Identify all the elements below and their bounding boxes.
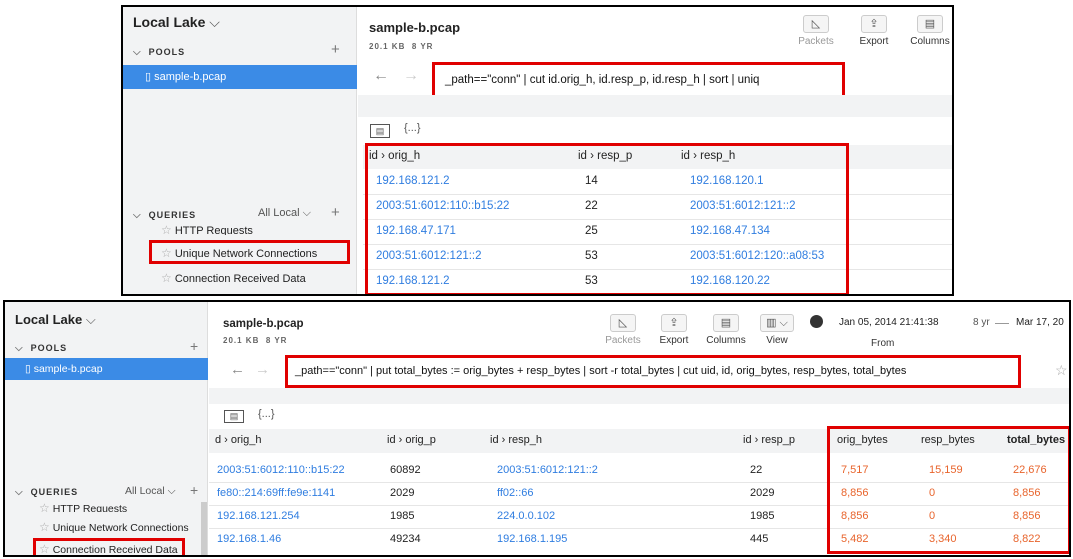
query-item-unique-network-connections[interactable]: ☆ Unique Network Connections (39, 520, 189, 534)
export-button[interactable]: ⇪ Export (851, 15, 897, 47)
results-highlight-box (365, 143, 849, 294)
export-icon: ⇪ (861, 15, 887, 33)
back-arrow-icon[interactable]: ← (373, 67, 389, 85)
shark-fin-icon: ◺ (803, 15, 829, 33)
star-icon: ☆ (161, 271, 172, 285)
pool-item-selected[interactable]: ▯ sample-b.pcap (123, 65, 357, 89)
table-view-icon[interactable]: ▤ (224, 410, 244, 423)
pools-header: ⌵ POOLS (15, 343, 68, 354)
chevron-down-icon: ⌵ (133, 47, 142, 58)
columns-button[interactable]: ▤ Columns (906, 15, 952, 47)
add-query-icon[interactable]: + (190, 482, 198, 498)
pool-meta: 20.1 KB 8 YR (223, 336, 288, 345)
table-cell: 1985 (750, 510, 775, 522)
table-cell[interactable]: 192.168.121.254 (217, 510, 300, 522)
chevron-down-icon: ⌵ (15, 487, 24, 498)
chevron-down-icon: ⌵ (133, 210, 142, 221)
query-item-connection-received-data[interactable]: ☆ Connection Received Data (161, 271, 306, 285)
table-cell[interactable]: ff02::66 (497, 487, 534, 499)
chevron-down-icon: ⌵ (302, 207, 311, 219)
view-icon: ▥ ⌵ (760, 314, 794, 332)
highlight-box (33, 538, 185, 555)
to-date[interactable]: Mar 17, 20 (1016, 317, 1064, 328)
queries-filter[interactable]: All Local ⌵ (258, 207, 311, 220)
sidebar: Local Lake ⌵ ⌵ POOLS + ▯ sample-b.pcap ⌵… (5, 302, 208, 555)
table-view-icon[interactable]: ▤ (370, 124, 390, 138)
column-header[interactable]: id › orig_p (387, 434, 436, 446)
star-icon: ☆ (161, 223, 172, 235)
toolbar-strip (209, 388, 1069, 404)
from-date[interactable]: Jan 05, 2014 21:41:38 (839, 317, 939, 328)
time-span: 8 yr (973, 317, 990, 328)
column-header[interactable]: d › orig_h (215, 434, 261, 446)
pool-meta: 20.1 KB 8 YR (369, 42, 434, 51)
queries-filter[interactable]: All Local ⌵ (125, 485, 176, 498)
span-line (995, 323, 1009, 324)
forward-arrow-icon[interactable]: → (255, 361, 270, 378)
file-icon: ▯ (25, 363, 31, 375)
table-cell: 2029 (750, 487, 775, 499)
pools-header: ⌵ POOLS (133, 47, 186, 58)
table-cell[interactable]: 192.168.1.195 (497, 533, 567, 545)
pool-item-selected[interactable]: ▯ sample-b.pcap (5, 358, 208, 380)
lake-title[interactable]: Local Lake ⌵ (15, 312, 96, 328)
table-cell: 22 (750, 464, 763, 476)
chevron-down-icon: ⌵ (85, 312, 96, 327)
highlight-box (149, 240, 350, 264)
queries-header: ⌵ QUERIES (15, 487, 79, 498)
toolbar-strip (358, 95, 952, 117)
query-item-http-requests[interactable]: ☆ HTTP Requests (39, 501, 127, 512)
export-button[interactable]: ⇪ Export (653, 314, 695, 346)
pool-title: sample-b.pcap (223, 318, 304, 330)
table-cell[interactable]: 2003:51:6012:110::b15:22 (217, 464, 345, 476)
columns-icon: ▤ (917, 15, 943, 33)
columns-icon: ▤ (713, 314, 739, 332)
lake-title[interactable]: Local Lake ⌵ (133, 14, 220, 31)
json-view-toggle[interactable]: {...} (258, 408, 275, 420)
columns-button[interactable]: ▤ Columns (703, 314, 749, 346)
chevron-down-icon: ⌵ (15, 343, 24, 354)
pool-title: sample-b.pcap (369, 20, 461, 35)
star-icon: ☆ (39, 520, 50, 534)
table-cell: 60892 (390, 464, 421, 476)
star-icon: ☆ (39, 501, 50, 512)
query-highlight-box (432, 62, 845, 98)
star-icon[interactable]: ☆ (1055, 362, 1068, 379)
query-item-http-requests[interactable]: ☆ HTTP Requests (161, 223, 253, 235)
sidebar: Local Lake ⌵ ⌵ POOLS + ▯ sample-b.pcap ⌵… (123, 7, 357, 294)
shark-fin-icon: ◺ (610, 314, 636, 332)
table-cell: 2029 (390, 487, 415, 499)
results-highlight-box (827, 426, 1069, 554)
add-pool-icon[interactable]: + (331, 41, 340, 58)
column-header[interactable]: id › resp_p (743, 434, 795, 446)
chevron-down-icon: ⌵ (167, 485, 176, 497)
add-query-icon[interactable]: + (331, 204, 340, 221)
back-arrow-icon[interactable]: ← (230, 361, 245, 378)
clock-icon (810, 315, 823, 328)
json-view-toggle[interactable]: {...} (404, 122, 421, 134)
table-cell: 445 (750, 533, 769, 545)
table-cell[interactable]: 224.0.0.102 (497, 510, 555, 522)
column-header[interactable]: id › resp_h (490, 434, 542, 446)
chevron-down-icon: ⌵ (209, 14, 220, 30)
from-label: From (871, 338, 895, 349)
table-cell[interactable]: fe80::214:69ff:fe9e:1141 (217, 487, 335, 499)
top-window: Local Lake ⌵ ⌵ POOLS + ▯ sample-b.pcap ⌵… (121, 5, 954, 296)
scrollbar[interactable] (201, 502, 207, 555)
query-highlight-box (285, 355, 1021, 388)
file-icon: ▯ (145, 71, 152, 83)
packets-button[interactable]: ◺ Packets (793, 15, 839, 47)
table-cell: 1985 (390, 510, 415, 522)
add-pool-icon[interactable]: + (190, 338, 198, 354)
table-cell[interactable]: 192.168.1.46 (217, 533, 281, 545)
view-button[interactable]: ▥ ⌵ View (757, 314, 797, 346)
queries-header: ⌵ QUERIES (133, 210, 197, 221)
packets-button[interactable]: ◺ Packets (602, 314, 644, 346)
export-icon: ⇪ (661, 314, 687, 332)
bottom-window: Local Lake ⌵ ⌵ POOLS + ▯ sample-b.pcap ⌵… (3, 300, 1071, 557)
forward-arrow-icon[interactable]: → (403, 67, 419, 85)
table-cell: 49234 (390, 533, 421, 545)
table-cell[interactable]: 2003:51:6012:121::2 (497, 464, 598, 476)
